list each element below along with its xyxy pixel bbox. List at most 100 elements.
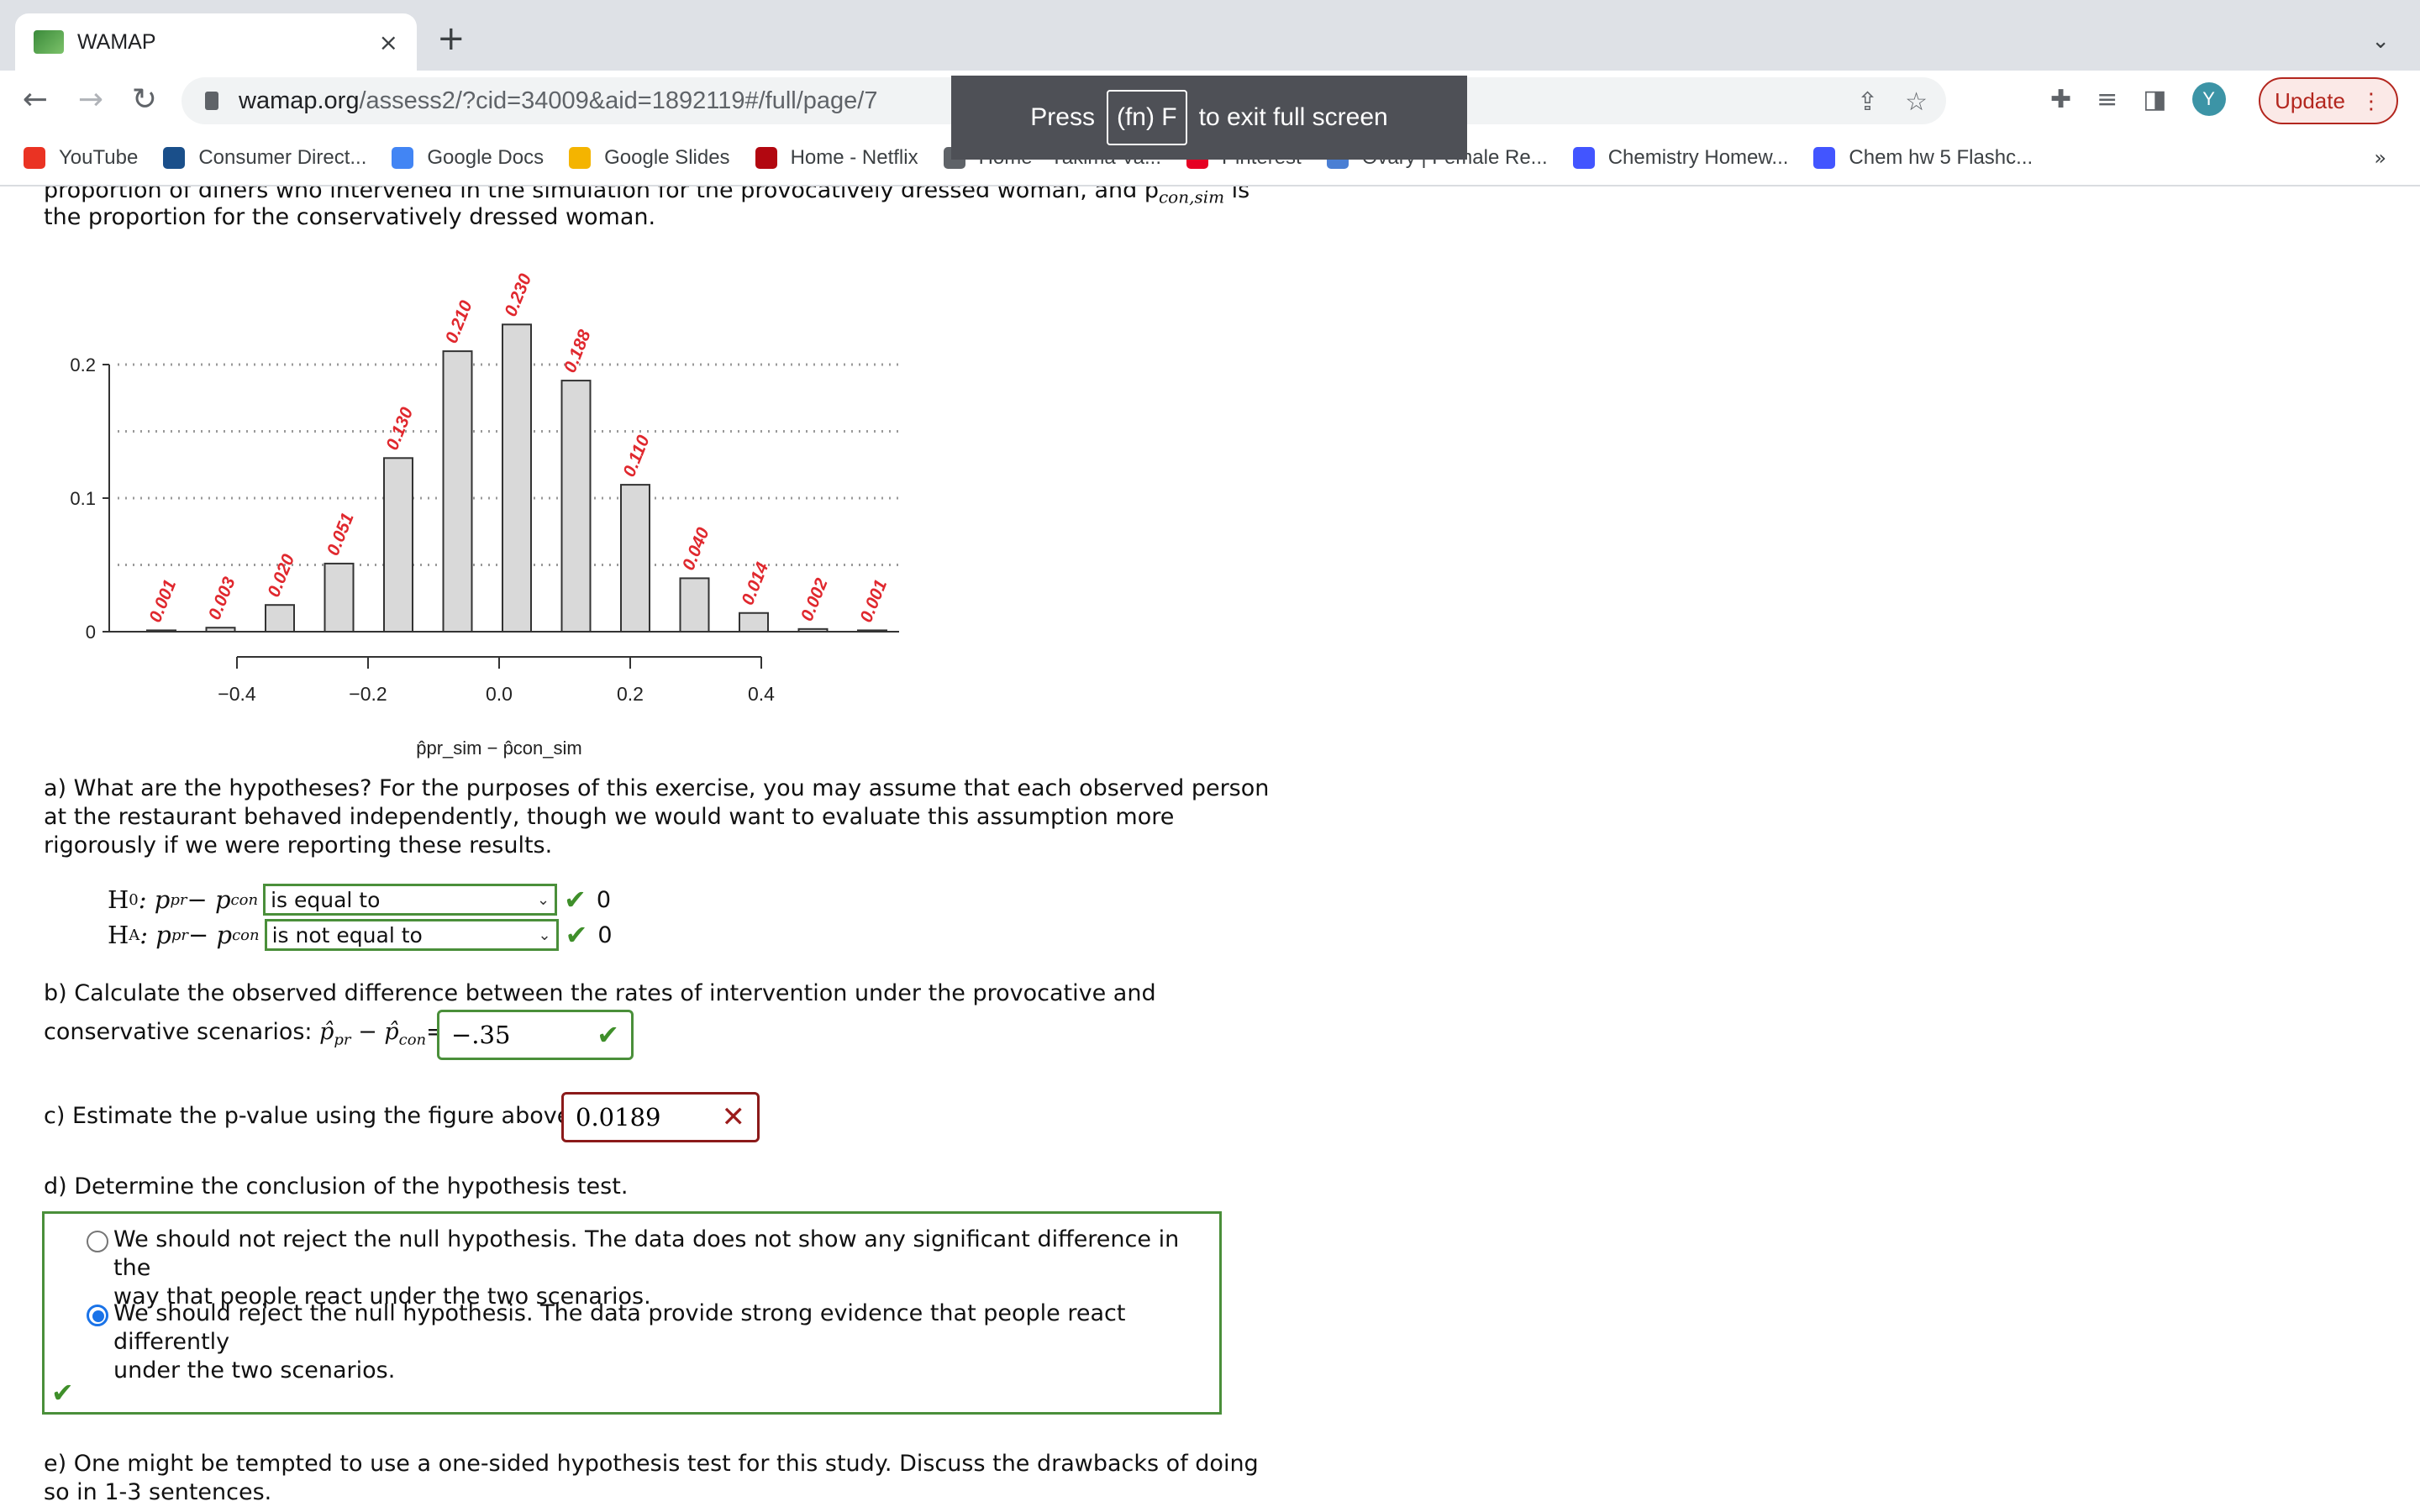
bar-value-label: 0.020 xyxy=(264,551,298,600)
y-tick-label: 0.2 xyxy=(70,354,96,375)
youtube-icon xyxy=(24,147,45,169)
x-axis-label: p̂pr_sim − p̂con_sim xyxy=(416,738,581,759)
google-slides-icon xyxy=(569,147,592,169)
share-icon[interactable]: ⇪ xyxy=(1857,87,1878,117)
histogram-bar xyxy=(857,629,887,633)
histogram-bar xyxy=(560,380,592,633)
y-tick-label: 0 xyxy=(86,622,96,643)
back-arrow-icon[interactable]: ← xyxy=(17,82,54,117)
kebab-menu-icon: ⋮ xyxy=(2360,87,2382,113)
y-tick-label: 0.1 xyxy=(70,488,96,509)
bar-value-label: 0.110 xyxy=(619,433,654,480)
fullscreen-toast: Press (fn) F to exit full screen xyxy=(951,76,1467,160)
extensions-puzzle-icon[interactable]: ✚ xyxy=(2050,85,2071,114)
quizlet-icon xyxy=(1813,147,1836,169)
bookmark-item[interactable]: Google Docs xyxy=(392,146,544,170)
x-tick-label: −0.2 xyxy=(349,683,387,705)
part-c-text: c) Estimate the p-value using the figure… xyxy=(44,1103,578,1129)
new-tab-button[interactable]: + xyxy=(437,22,466,55)
histogram-bar xyxy=(265,604,295,633)
bookmark-label: Home - Netflix xyxy=(790,146,918,169)
bookmark-item[interactable]: Chem hw 5 Flashc... xyxy=(1813,146,2033,170)
bar-value-label: 0.130 xyxy=(382,405,417,454)
tab-title: WAMAP xyxy=(77,29,156,54)
histogram-bar xyxy=(324,562,355,633)
choice-reject-text[interactable]: We should reject the null hypothesis. Th… xyxy=(113,1299,1223,1385)
bar-value-label: 0.002 xyxy=(797,575,832,624)
alt-value: 0 xyxy=(597,921,613,948)
histogram-bar xyxy=(442,350,473,633)
bar-value-label: 0.210 xyxy=(442,297,476,346)
histogram-bar xyxy=(679,577,710,633)
histogram-bar xyxy=(383,457,413,633)
part-d-text: d) Determine the conclusion of the hypot… xyxy=(44,1173,629,1200)
histogram-bar xyxy=(205,627,236,633)
null-value: 0 xyxy=(596,886,612,913)
bookmark-star-icon[interactable]: ☆ xyxy=(1905,87,1928,117)
url-domain: wamap.org xyxy=(239,87,360,114)
bookmark-item[interactable]: YouTube xyxy=(24,146,138,170)
chevron-down-icon: ⌄ xyxy=(536,890,550,909)
tab-wamap[interactable]: WAMAP × xyxy=(15,13,417,71)
alt-hypothesis-row: HA: p pr − p con is not equal to ⌄ ✔ 0 xyxy=(108,919,613,951)
part-e-text: e) One might be tempted to use a one-sid… xyxy=(44,1451,1259,1505)
x-tick-label: 0.2 xyxy=(617,683,644,705)
histogram-chart: 0 0.1 0.2 0.001 0.003 0.020 0.051 0.130 0.210 0.2… xyxy=(70,271,899,759)
toast-press: Press xyxy=(1030,103,1095,131)
histogram-bar xyxy=(739,612,769,633)
tab-strip: WAMAP × + ⌄ xyxy=(0,0,2420,71)
media-queue-icon[interactable]: ≡ xyxy=(2096,85,2118,114)
observed-difference-input[interactable]: −.35 ✔ xyxy=(437,1010,634,1060)
choice-not-reject-text[interactable]: We should not reject the null hypothesis… xyxy=(113,1226,1223,1311)
histogram-bar xyxy=(797,627,829,633)
bookmark-label: Chem hw 5 Flashc... xyxy=(1849,146,2033,169)
side-panel-icon[interactable]: ◨ xyxy=(2143,85,2166,114)
close-tab-icon[interactable]: × xyxy=(379,29,398,56)
bookmark-label: YouTube xyxy=(59,146,139,169)
reload-icon[interactable]: ↻ xyxy=(126,82,163,117)
correct-check-icon: ✔ xyxy=(565,919,588,951)
update-button[interactable]: Update ⋮ xyxy=(2259,77,2398,124)
bar-value-label: 0.001 xyxy=(856,577,891,625)
bar-value-label: 0.001 xyxy=(145,577,180,625)
tab-search-chevron-icon[interactable]: ⌄ xyxy=(2371,29,2390,54)
incorrect-x-icon: ✕ xyxy=(721,1100,746,1134)
bookmark-label: Chemistry Homew... xyxy=(1607,146,1789,169)
x-tick-label: 0.4 xyxy=(748,683,775,705)
url-path: /assess2/?cid=34009&aid=1892119#/full/pa… xyxy=(359,87,878,114)
choice-radio-not-reject[interactable] xyxy=(87,1231,108,1252)
bookmark-label: Consumer Direct... xyxy=(198,146,367,169)
chevron-down-icon: ⌄ xyxy=(538,926,551,944)
histogram-bar xyxy=(502,323,532,633)
wamap-favicon-icon xyxy=(34,30,64,54)
bookmark-item[interactable]: Chemistry Homew... xyxy=(1572,146,1789,170)
google-docs-icon xyxy=(392,147,414,169)
bookmark-item[interactable]: Consumer Direct... xyxy=(163,146,366,170)
correct-check-icon: ✔ xyxy=(564,884,587,916)
choice-radio-reject[interactable] xyxy=(87,1305,108,1326)
lock-icon xyxy=(205,92,218,110)
histogram-bar xyxy=(620,484,650,633)
bar-value-label: 0.188 xyxy=(560,327,595,375)
histogram-bar xyxy=(146,629,176,633)
intro-text-line2: the proportion for the conservatively dr… xyxy=(44,204,656,230)
netflix-icon xyxy=(755,147,777,169)
bookmark-item[interactable]: Google Slides xyxy=(569,146,730,170)
correct-check-icon: ✔ xyxy=(597,1019,619,1051)
question-page: proportion of diners who intervened in t… xyxy=(0,186,2420,1512)
update-label: Update xyxy=(2275,87,2345,113)
part-b-text: b) Calculate the observed difference bet… xyxy=(44,980,1156,1006)
alt-hypothesis-select[interactable]: is not equal to ⌄ xyxy=(264,919,559,951)
bar-value-label: 0.051 xyxy=(324,510,358,558)
bar-value-label: 0.014 xyxy=(738,559,772,608)
part-a-text: a) What are the hypotheses? For the purp… xyxy=(44,775,1270,858)
bookmark-item[interactable]: Home - Netflix xyxy=(755,146,918,170)
p-value-input[interactable]: 0.0189 ✕ xyxy=(561,1092,760,1142)
null-hypothesis-row: H0: p pr − p con is equal to ⌄ ✔ 0 xyxy=(108,884,612,916)
bar-value-label: 0.230 xyxy=(501,271,535,320)
forward-arrow-icon[interactable]: → xyxy=(72,82,109,117)
null-hypothesis-select[interactable]: is equal to ⌄ xyxy=(263,884,558,916)
profile-avatar[interactable]: Y xyxy=(2191,82,2226,116)
bookmarks-overflow-icon[interactable]: » xyxy=(2374,146,2386,170)
toast-text: to exit full screen xyxy=(1198,103,1388,131)
